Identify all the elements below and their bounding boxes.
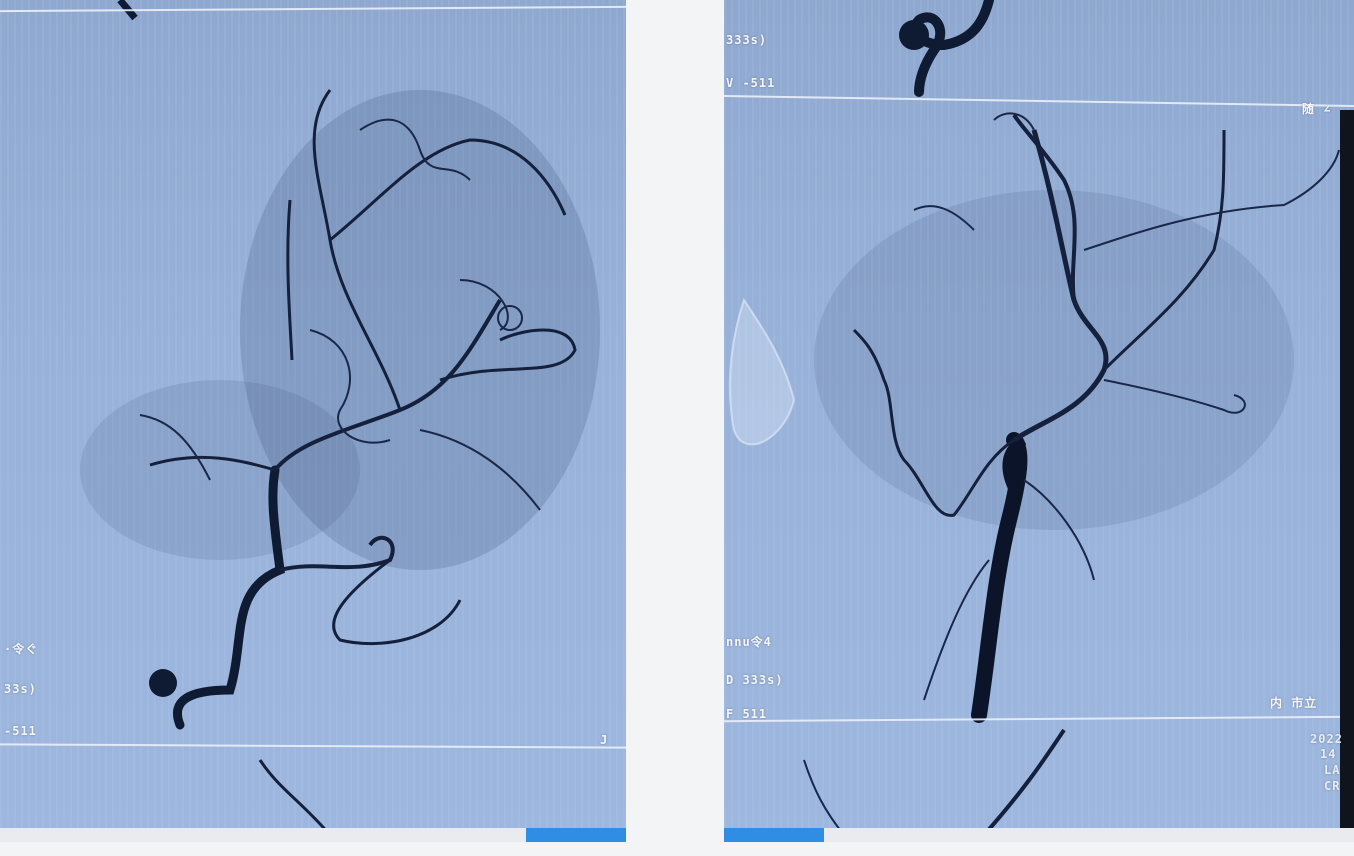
left-tab-marker[interactable] bbox=[526, 828, 626, 842]
overlay-label-mid: ·令ぐ bbox=[4, 642, 39, 656]
left-vessel-image bbox=[80, 0, 600, 836]
overlay-label-mid: nnu令4 bbox=[726, 635, 772, 649]
info-cr: CR bbox=[1324, 779, 1341, 793]
overlay-label-top-time: 333s) bbox=[726, 33, 768, 47]
angiogram-right-panel: 333s) V -511 随 ∠ nnu令4 D 333s) F 511 内 市… bbox=[724, 0, 1354, 842]
overlay-label-code: -511 bbox=[4, 724, 37, 738]
overlay-label-top-corner: 随 ∠ bbox=[1302, 102, 1332, 116]
monitor-edge bbox=[1340, 110, 1354, 840]
info-number: 14 bbox=[1320, 747, 1337, 761]
right-tab-marker[interactable] bbox=[724, 828, 824, 842]
overlay-label-right: 内 市立 bbox=[1270, 696, 1318, 710]
overlay-label-top-code: V -511 bbox=[726, 76, 776, 90]
overlay-label-code: F 511 bbox=[726, 707, 768, 721]
angiogram-left-panel: ·令ぐ 33s) -511 J bbox=[0, 0, 626, 842]
info-lao: LA bbox=[1324, 763, 1341, 777]
info-date: 2022 bbox=[1310, 732, 1343, 746]
overlay-label-time: 33s) bbox=[4, 682, 37, 696]
overlay-label-corner: J bbox=[600, 733, 609, 747]
left-bottom-bar bbox=[0, 828, 526, 842]
right-bottom-bar bbox=[824, 828, 1354, 842]
overlay-label-time: D 333s) bbox=[726, 673, 784, 687]
